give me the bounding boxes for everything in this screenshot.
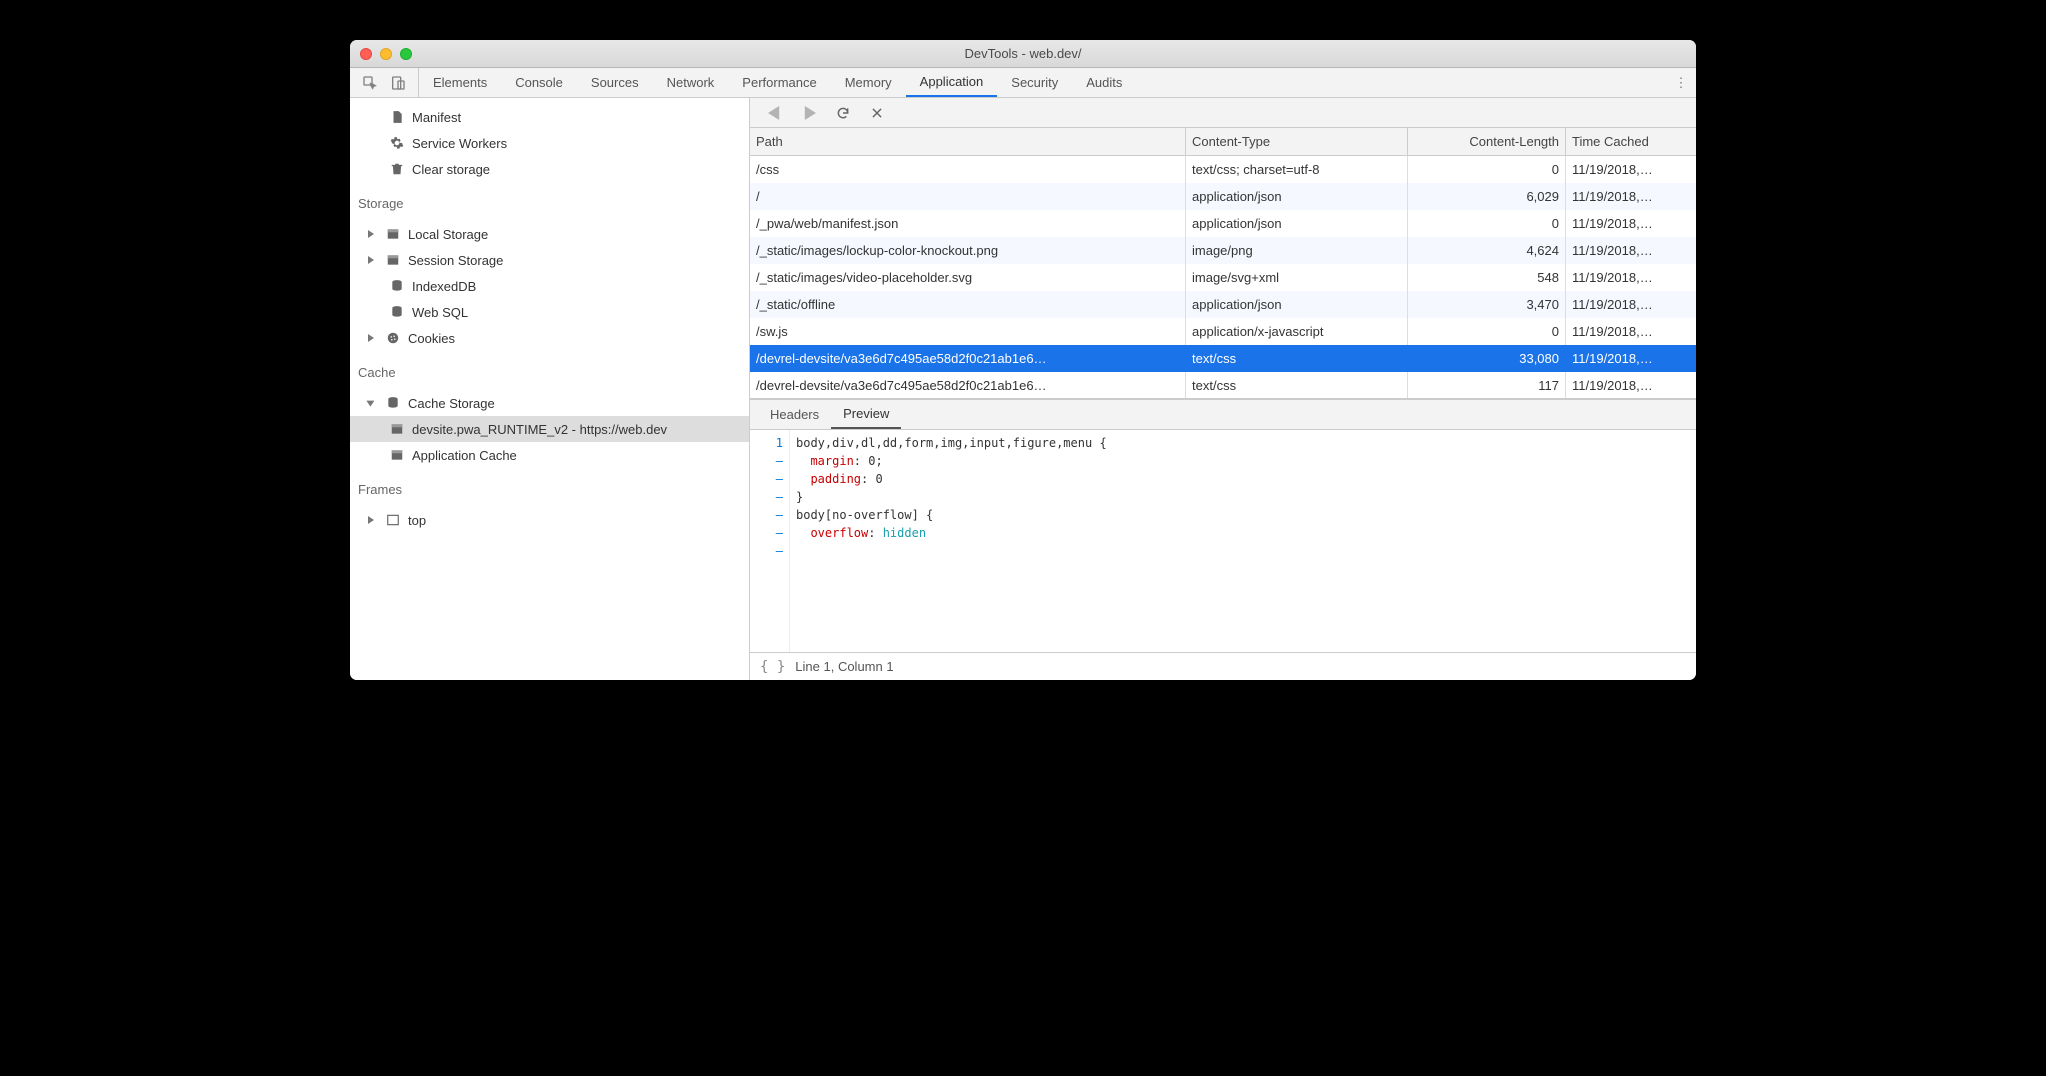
- cache-table: Path Content-Type Content-Length Time Ca…: [750, 128, 1696, 400]
- format-icon[interactable]: { }: [760, 659, 785, 675]
- table-body: /csstext/css; charset=utf-8011/19/2018,……: [750, 156, 1696, 400]
- sidebar-item-label: Cookies: [408, 331, 455, 346]
- tab-audits[interactable]: Audits: [1072, 68, 1136, 97]
- sidebar-item-label: IndexedDB: [412, 279, 476, 294]
- close-window-button[interactable]: [360, 48, 372, 60]
- devtools-window: DevTools - web.dev/ Elements Console Sou…: [350, 40, 1696, 680]
- sidebar-item-cache-storage[interactable]: Cache Storage: [350, 390, 749, 416]
- sidebar-item-label: Session Storage: [408, 253, 503, 268]
- sidebar-item-indexeddb[interactable]: IndexedDB: [350, 273, 749, 299]
- sidebar-item-label: Application Cache: [412, 448, 517, 463]
- sidebar-item-cache-entry[interactable]: devsite.pwa_RUNTIME_v2 - https://web.dev: [350, 416, 749, 442]
- panel-body: Manifest Service Workers Clear storage S…: [350, 98, 1696, 680]
- table-row[interactable]: /_pwa/web/manifest.jsonapplication/json0…: [750, 210, 1696, 237]
- sidebar-header-frames: Frames: [350, 474, 749, 501]
- gear-icon: [390, 136, 404, 150]
- database-icon: [390, 305, 404, 319]
- tab-network[interactable]: Network: [653, 68, 729, 97]
- sidebar-item-label: Cache Storage: [408, 396, 495, 411]
- trash-icon: [390, 162, 404, 176]
- sidebar-header-storage: Storage: [350, 188, 749, 215]
- file-icon: [390, 110, 404, 124]
- table-icon: [386, 227, 400, 241]
- sidebar-item-manifest[interactable]: Manifest: [350, 104, 749, 130]
- table-row[interactable]: /devrel-devsite/va3e6d7c495ae58d2f0c21ab…: [750, 345, 1696, 372]
- prev-arrow-icon[interactable]: [768, 106, 782, 120]
- sidebar-item-session-storage[interactable]: Session Storage: [350, 247, 749, 273]
- sidebar-item-label: Clear storage: [412, 162, 490, 177]
- sidebar-item-websql[interactable]: Web SQL: [350, 299, 749, 325]
- col-path[interactable]: Path: [750, 128, 1186, 155]
- sidebar-item-service-workers[interactable]: Service Workers: [350, 130, 749, 156]
- preview-tabs: Headers Preview: [750, 400, 1696, 430]
- tab-sources[interactable]: Sources: [577, 68, 653, 97]
- table-row[interactable]: /csstext/css; charset=utf-8011/19/2018,…: [750, 156, 1696, 183]
- col-content-type[interactable]: Content-Type: [1186, 128, 1408, 155]
- titlebar: DevTools - web.dev/: [350, 40, 1696, 68]
- frame-icon: [386, 513, 400, 527]
- line-gutter: 1––––––: [750, 430, 790, 652]
- sidebar-item-label: Service Workers: [412, 136, 507, 151]
- database-icon: [390, 279, 404, 293]
- application-sidebar: Manifest Service Workers Clear storage S…: [350, 98, 750, 680]
- clear-icon[interactable]: [870, 106, 884, 120]
- col-time-cached[interactable]: Time Cached: [1566, 128, 1696, 155]
- sidebar-item-label: Manifest: [412, 110, 461, 125]
- cache-toolbar: [750, 98, 1696, 128]
- cache-main: Path Content-Type Content-Length Time Ca…: [750, 98, 1696, 680]
- table-row[interactable]: /_static/images/lockup-color-knockout.pn…: [750, 237, 1696, 264]
- table-row[interactable]: /devrel-devsite/va3e6d7c495ae58d2f0c21ab…: [750, 372, 1696, 399]
- refresh-icon[interactable]: [836, 106, 850, 120]
- tab-elements[interactable]: Elements: [419, 68, 501, 97]
- cursor-position: Line 1, Column 1: [795, 659, 893, 674]
- inspect-icon[interactable]: [362, 75, 378, 91]
- tab-application[interactable]: Application: [906, 68, 998, 97]
- table-row[interactable]: /_static/images/video-placeholder.svgima…: [750, 264, 1696, 291]
- table-row[interactable]: /_static/offlineapplication/json3,47011/…: [750, 291, 1696, 318]
- sidebar-header-cache: Cache: [350, 357, 749, 384]
- panel-tabs: Elements Console Sources Network Perform…: [419, 68, 1666, 97]
- table-icon: [390, 448, 404, 462]
- sidebar-item-label: top: [408, 513, 426, 528]
- tab-memory[interactable]: Memory: [831, 68, 906, 97]
- next-arrow-icon[interactable]: [802, 106, 816, 120]
- sidebar-item-cookies[interactable]: Cookies: [350, 325, 749, 351]
- source-preview: 1–––––– body,div,dl,dd,form,img,input,fi…: [750, 430, 1696, 652]
- table-icon: [386, 253, 400, 267]
- zoom-window-button[interactable]: [400, 48, 412, 60]
- window-title: DevTools - web.dev/: [350, 46, 1696, 61]
- device-toggle-icon[interactable]: [390, 75, 406, 91]
- sidebar-item-label: Web SQL: [412, 305, 468, 320]
- table-row[interactable]: /application/json6,02911/19/2018,…: [750, 183, 1696, 210]
- more-menu[interactable]: ⋮: [1666, 68, 1696, 97]
- cookie-icon: [386, 331, 400, 345]
- sidebar-item-application-cache[interactable]: Application Cache: [350, 442, 749, 468]
- sidebar-item-clear-storage[interactable]: Clear storage: [350, 156, 749, 182]
- sidebar-item-label: devsite.pwa_RUNTIME_v2 - https://web.dev: [412, 422, 667, 437]
- minimize-window-button[interactable]: [380, 48, 392, 60]
- sidebar-item-frames-top[interactable]: top: [350, 507, 749, 533]
- devtools-toolbar: Elements Console Sources Network Perform…: [350, 68, 1696, 98]
- status-bar: { } Line 1, Column 1: [750, 652, 1696, 680]
- sidebar-item-local-storage[interactable]: Local Storage: [350, 221, 749, 247]
- subtab-preview[interactable]: Preview: [831, 400, 901, 429]
- database-icon: [386, 396, 400, 410]
- table-icon: [390, 422, 404, 436]
- tab-console[interactable]: Console: [501, 68, 577, 97]
- code-area[interactable]: body,div,dl,dd,form,img,input,figure,men…: [790, 430, 1107, 652]
- table-row[interactable]: /sw.jsapplication/x-javascript011/19/201…: [750, 318, 1696, 345]
- toolbar-left: [350, 68, 419, 97]
- table-header: Path Content-Type Content-Length Time Ca…: [750, 128, 1696, 156]
- tab-performance[interactable]: Performance: [728, 68, 830, 97]
- col-content-length[interactable]: Content-Length: [1408, 128, 1566, 155]
- tab-security[interactable]: Security: [997, 68, 1072, 97]
- traffic-lights: [350, 48, 412, 60]
- subtab-headers[interactable]: Headers: [758, 400, 831, 429]
- sidebar-item-label: Local Storage: [408, 227, 488, 242]
